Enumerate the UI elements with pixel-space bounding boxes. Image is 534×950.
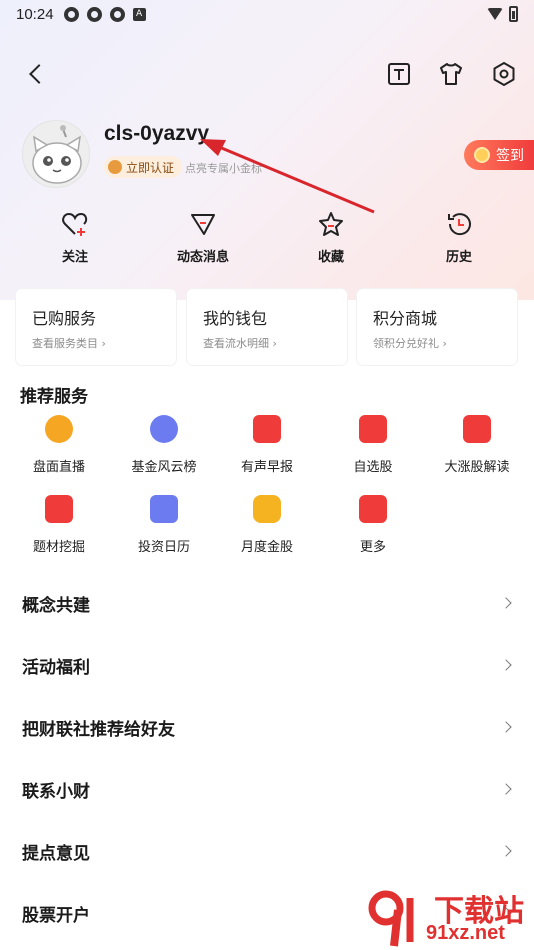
- menu-item-contact[interactable]: 联系小财: [0, 758, 534, 820]
- menu-item-feedback[interactable]: 提点意见: [0, 820, 534, 882]
- service-audio-news[interactable]: 有声早报: [212, 415, 322, 475]
- chevron-right-icon: [500, 597, 512, 609]
- live-icon: [45, 415, 73, 443]
- settings-icon[interactable]: [490, 60, 518, 88]
- tv-icon: [253, 415, 281, 443]
- section-title: 推荐服务: [20, 387, 88, 407]
- service-label: 有声早报: [240, 460, 293, 475]
- card-title: 已购服务: [32, 309, 97, 328]
- avatar[interactable]: [22, 120, 90, 188]
- service-calendar[interactable]: 投资日历: [109, 495, 219, 555]
- card-subtitle: 查看服务类目 ›: [32, 337, 106, 350]
- coin-icon: [474, 147, 490, 163]
- menu-item-benefits[interactable]: 活动福利: [0, 634, 534, 696]
- card-subtitle: 查看流水明细 ›: [203, 337, 277, 350]
- notification-icon: [63, 6, 79, 22]
- trophy-icon: [150, 415, 178, 443]
- watermark-url: 91xz.net: [426, 922, 505, 944]
- wifi-icon: [487, 8, 503, 20]
- service-monthly-picks[interactable]: 月度金股: [212, 495, 322, 555]
- heart-house-icon: [359, 415, 387, 443]
- service-label: 基金风云榜: [131, 460, 197, 475]
- skin-shirt-icon[interactable]: [437, 60, 465, 88]
- verify-label: 立即认证: [126, 160, 175, 175]
- service-theme-mining[interactable]: 题材挖掘: [4, 495, 114, 555]
- card-subtitle: 领积分兑好礼 ›: [373, 337, 447, 350]
- points-mall-card[interactable]: 积分商城 领积分兑好礼 ›: [357, 289, 517, 365]
- verify-badge-button[interactable]: 立即认证: [104, 156, 183, 178]
- text-mode-icon[interactable]: [385, 60, 413, 88]
- chart-board-icon: [463, 415, 491, 443]
- service-label: 大涨股解读: [444, 460, 510, 475]
- favorites-button[interactable]: 收藏: [276, 210, 386, 265]
- service-label: 自选股: [353, 460, 393, 475]
- more-grid-icon: [359, 495, 387, 523]
- service-watchlist[interactable]: 自选股: [318, 415, 428, 475]
- heart-plus-icon: [62, 212, 88, 236]
- watermark-logo-icon: [368, 890, 414, 947]
- menu-item-share[interactable]: 把财联社推荐给好友: [0, 696, 534, 758]
- service-more[interactable]: 更多: [318, 495, 428, 555]
- service-label: 月度金股: [240, 540, 293, 555]
- menu-label: 股票开户: [22, 905, 90, 926]
- chevron-right-icon: [500, 721, 512, 733]
- notification-badge-icon: A: [132, 7, 146, 21]
- status-bar: 10:24 A: [0, 0, 534, 28]
- quick-label: 关注: [61, 250, 88, 265]
- diamond-badge-icon: [108, 160, 122, 174]
- status-time: 10:24: [16, 5, 54, 23]
- signin-label: 签到: [496, 148, 524, 164]
- top-nav: [0, 52, 534, 96]
- history-icon: [448, 213, 471, 236]
- annotation-arrow-icon: [200, 139, 375, 214]
- quick-label: 历史: [445, 250, 472, 265]
- chevron-right-icon: [500, 845, 512, 857]
- service-live[interactable]: 盘面直播: [4, 415, 114, 475]
- service-label: 题材挖掘: [32, 540, 85, 555]
- service-label: 更多: [359, 540, 386, 555]
- service-fund-rank[interactable]: 基金风云榜: [109, 415, 219, 475]
- service-surge-analysis[interactable]: 大涨股解读: [422, 415, 532, 475]
- clipboard-search-icon: [45, 495, 73, 523]
- battery-icon: [509, 6, 518, 22]
- star-icon: [319, 212, 343, 236]
- notification-icon: [109, 6, 125, 22]
- chevron-right-icon: [500, 659, 512, 671]
- follow-button[interactable]: 关注: [20, 210, 130, 265]
- site-watermark: 下载站 91xz.net: [364, 886, 534, 950]
- purchased-services-card[interactable]: 已购服务 查看服务类目 ›: [16, 289, 176, 365]
- service-label: 投资日历: [137, 540, 190, 555]
- quick-actions: 关注 动态消息 收藏 历史: [0, 210, 534, 270]
- card-title: 我的钱包: [203, 309, 268, 328]
- account-cards: 已购服务 查看服务类目 › 我的钱包 查看流水明细 › 积分商城 领积分兑好礼 …: [16, 289, 518, 365]
- signin-button[interactable]: 签到: [464, 140, 534, 170]
- menu-label: 把财联社推荐给好友: [22, 719, 175, 740]
- quick-label: 收藏: [317, 250, 344, 265]
- back-button[interactable]: [22, 60, 50, 88]
- menu-label: 提点意见: [22, 843, 90, 864]
- card-title: 积分商城: [373, 309, 438, 328]
- chevron-right-icon: [500, 783, 512, 795]
- menu-item-concept[interactable]: 概念共建: [0, 572, 534, 634]
- menu-label: 联系小财: [22, 781, 90, 802]
- wallet-card[interactable]: 我的钱包 查看流水明细 ›: [187, 289, 347, 365]
- history-button[interactable]: 历史: [404, 210, 514, 265]
- menu-label: 活动福利: [22, 657, 90, 678]
- menu-label: 概念共建: [22, 595, 90, 616]
- message-button[interactable]: 动态消息: [148, 210, 258, 265]
- notification-icon: [86, 6, 102, 22]
- gold-hexagon-icon: [253, 495, 281, 523]
- calendar-icon: [150, 495, 178, 523]
- message-icon: [191, 214, 215, 235]
- service-label: 盘面直播: [32, 460, 85, 475]
- quick-label: 动态消息: [176, 250, 229, 265]
